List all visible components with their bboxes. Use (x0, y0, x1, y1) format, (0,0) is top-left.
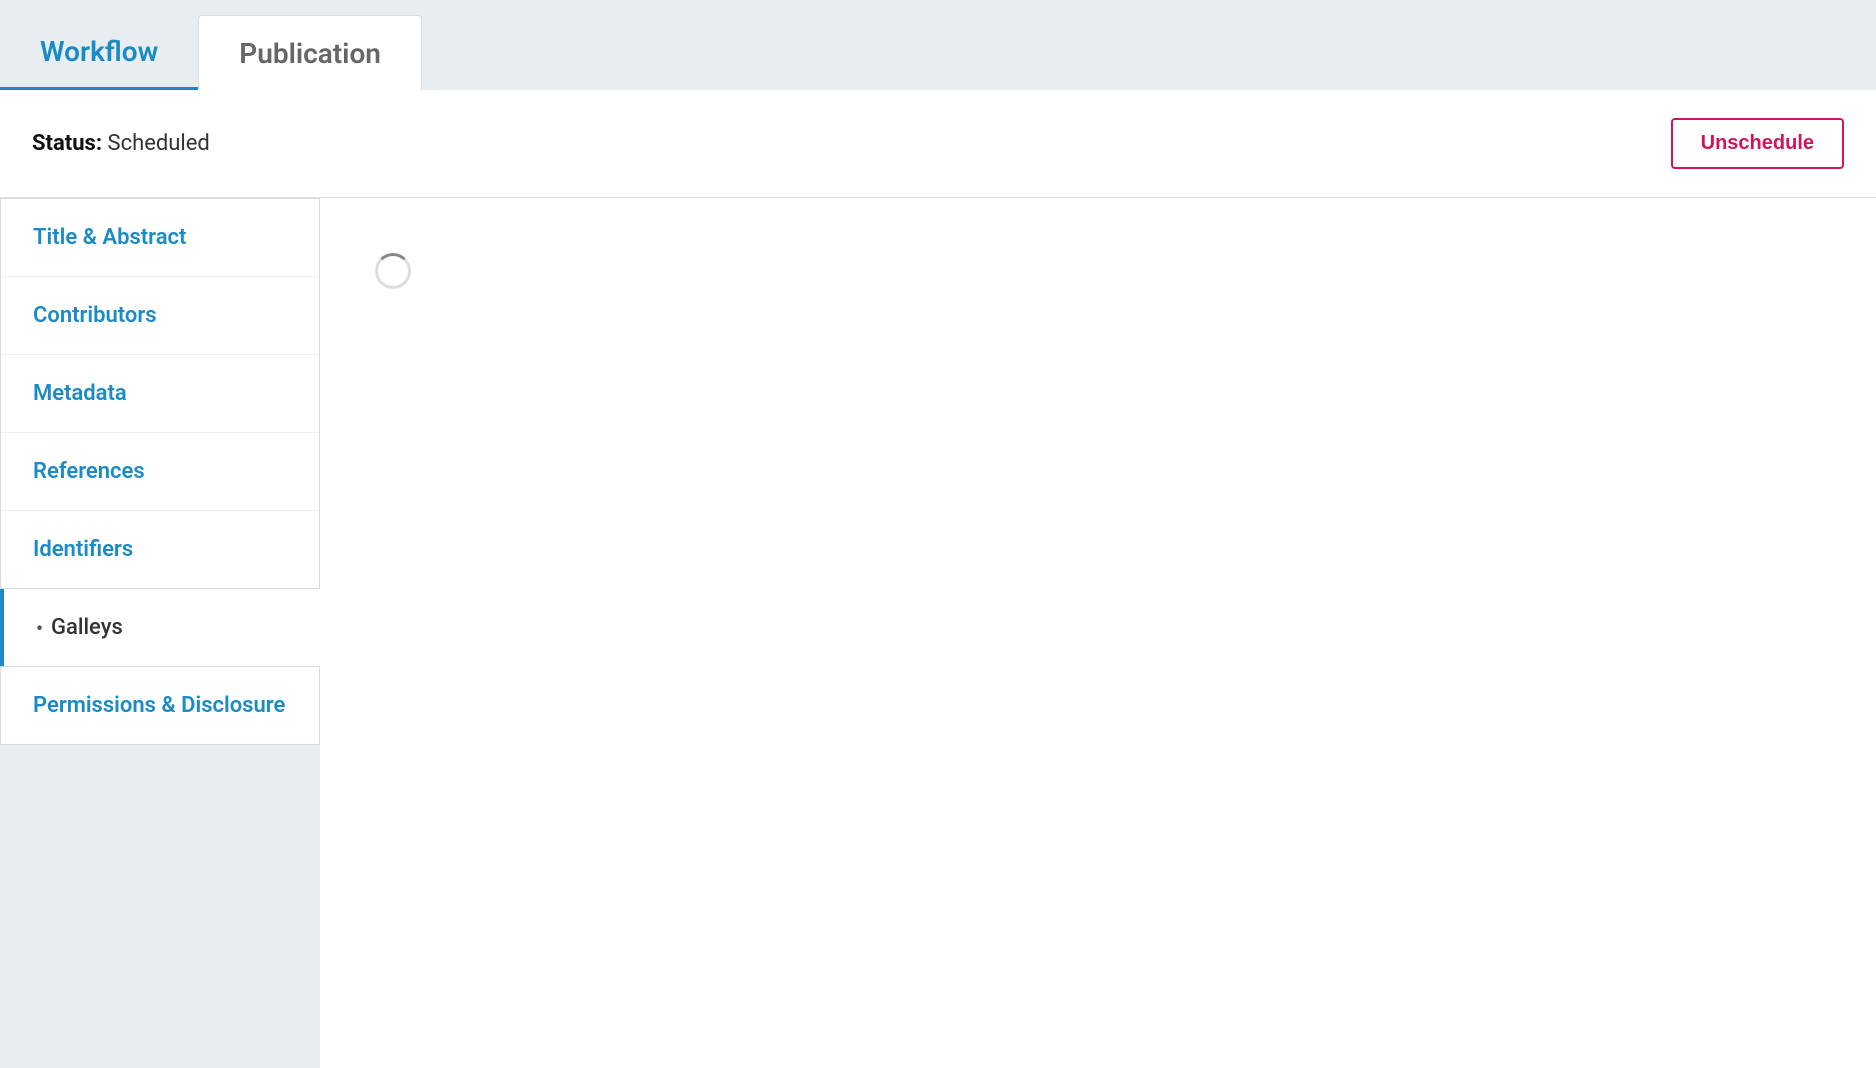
sidebar-item-identifiers[interactable]: Identifiers (1, 511, 319, 588)
sidebar-item-galleys[interactable]: • Galleys (0, 589, 320, 666)
sidebar-item-title-abstract[interactable]: Title & Abstract (1, 199, 319, 277)
loading-spinner (375, 253, 411, 289)
tab-bar: Workflow Publication (0, 0, 1876, 90)
sidebar-section-top: Title & Abstract Contributors Metadata R… (0, 198, 320, 589)
tab-publication-label: Publication (239, 37, 381, 70)
tab-workflow-label: Workflow (40, 35, 158, 68)
sidebar-item-contributors[interactable]: Contributors (1, 277, 319, 355)
content-panel (320, 198, 1876, 1068)
main-content: Title & Abstract Contributors Metadata R… (0, 198, 1876, 1068)
galleys-dot: • (36, 616, 43, 640)
status-value: Scheduled (108, 131, 210, 156)
sidebar-item-permissions-disclosure[interactable]: Permissions & Disclosure (1, 667, 319, 744)
tab-publication[interactable]: Publication (198, 15, 422, 90)
loading-spinner-container (375, 253, 411, 289)
sidebar-section-bottom: Permissions & Disclosure (0, 666, 320, 745)
sidebar-item-metadata[interactable]: Metadata (1, 355, 319, 433)
status-bar: Status: Scheduled Unschedule (0, 90, 1876, 198)
tab-workflow[interactable]: Workflow (0, 15, 198, 90)
status-label: Status: (32, 131, 102, 156)
status-text: Status: Scheduled (32, 131, 210, 156)
sidebar: Title & Abstract Contributors Metadata R… (0, 198, 320, 1068)
galleys-label: Galleys (51, 615, 123, 640)
sidebar-item-references[interactable]: References (1, 433, 319, 511)
unschedule-button[interactable]: Unschedule (1671, 118, 1844, 169)
